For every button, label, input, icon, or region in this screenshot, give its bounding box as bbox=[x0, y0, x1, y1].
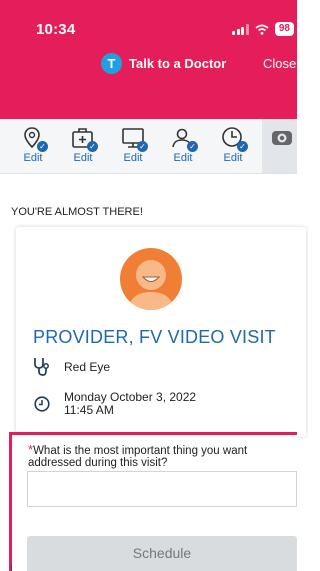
monitor-icon: ✓ bbox=[120, 125, 148, 152]
person-icon: ✓ bbox=[170, 125, 198, 152]
visit-steps-bar: ✓ Edit ✓ Edit ✓ Edit ✓ Edit ✓ Edit bbox=[0, 119, 297, 174]
clock-icon: ✓ bbox=[220, 125, 248, 152]
visit-datetime: Monday October 3, 2022 11:45 AM bbox=[64, 391, 196, 417]
medical-kit-icon: ✓ bbox=[70, 125, 98, 152]
app-header: 10:34 98 T Talk to a Doctor Close bbox=[0, 0, 297, 119]
status-time: 10:34 bbox=[36, 21, 76, 38]
step-edit-label: Edit bbox=[73, 152, 93, 164]
step-edit-label: Edit bbox=[123, 152, 143, 164]
video-camera-icon bbox=[272, 131, 292, 145]
step-medical[interactable]: ✓ Edit bbox=[63, 125, 103, 164]
scroll-indicator bbox=[11, 565, 12, 571]
step-location[interactable]: ✓ Edit bbox=[13, 125, 53, 164]
check-icon: ✓ bbox=[137, 141, 148, 152]
wifi-icon bbox=[255, 24, 269, 35]
step-video-current[interactable] bbox=[262, 119, 297, 173]
check-icon: ✓ bbox=[237, 141, 248, 152]
provider-avatar bbox=[120, 248, 182, 310]
step-edit-label: Edit bbox=[223, 152, 243, 164]
schedule-button[interactable]: Schedule bbox=[27, 536, 297, 571]
signal-icon bbox=[232, 23, 249, 35]
question-text: What is the most important thing you wan… bbox=[28, 445, 248, 469]
question-label: *What is the most important thing you wa… bbox=[28, 443, 288, 469]
step-time[interactable]: ✓ Edit bbox=[213, 125, 253, 164]
clock-icon bbox=[34, 396, 50, 412]
provider-name: PROVIDER, FV VIDEO VISIT bbox=[33, 327, 276, 347]
status-icons: 98 bbox=[232, 22, 294, 36]
close-button[interactable]: Close bbox=[263, 56, 296, 71]
visit-reason: Red Eye bbox=[64, 360, 111, 374]
check-icon: ✓ bbox=[187, 141, 198, 152]
step-edit-label: Edit bbox=[173, 152, 193, 164]
step-patient[interactable]: ✓ Edit bbox=[163, 125, 203, 164]
app-avatar: T bbox=[101, 53, 122, 74]
location-pin-icon: ✓ bbox=[20, 125, 48, 152]
page-title: Talk to a Doctor bbox=[129, 56, 227, 71]
section-heading: YOU'RE ALMOST THERE! bbox=[11, 206, 143, 218]
check-icon: ✓ bbox=[37, 141, 48, 152]
battery-indicator: 98 bbox=[274, 22, 294, 36]
stethoscope-icon bbox=[34, 358, 49, 376]
step-edit-label: Edit bbox=[23, 152, 43, 164]
visit-time: 11:45 AM bbox=[64, 403, 114, 417]
header-title-group: T Talk to a Doctor bbox=[101, 53, 226, 74]
check-icon: ✓ bbox=[87, 141, 98, 152]
answer-input[interactable] bbox=[27, 471, 297, 507]
step-device[interactable]: ✓ Edit bbox=[113, 125, 153, 164]
